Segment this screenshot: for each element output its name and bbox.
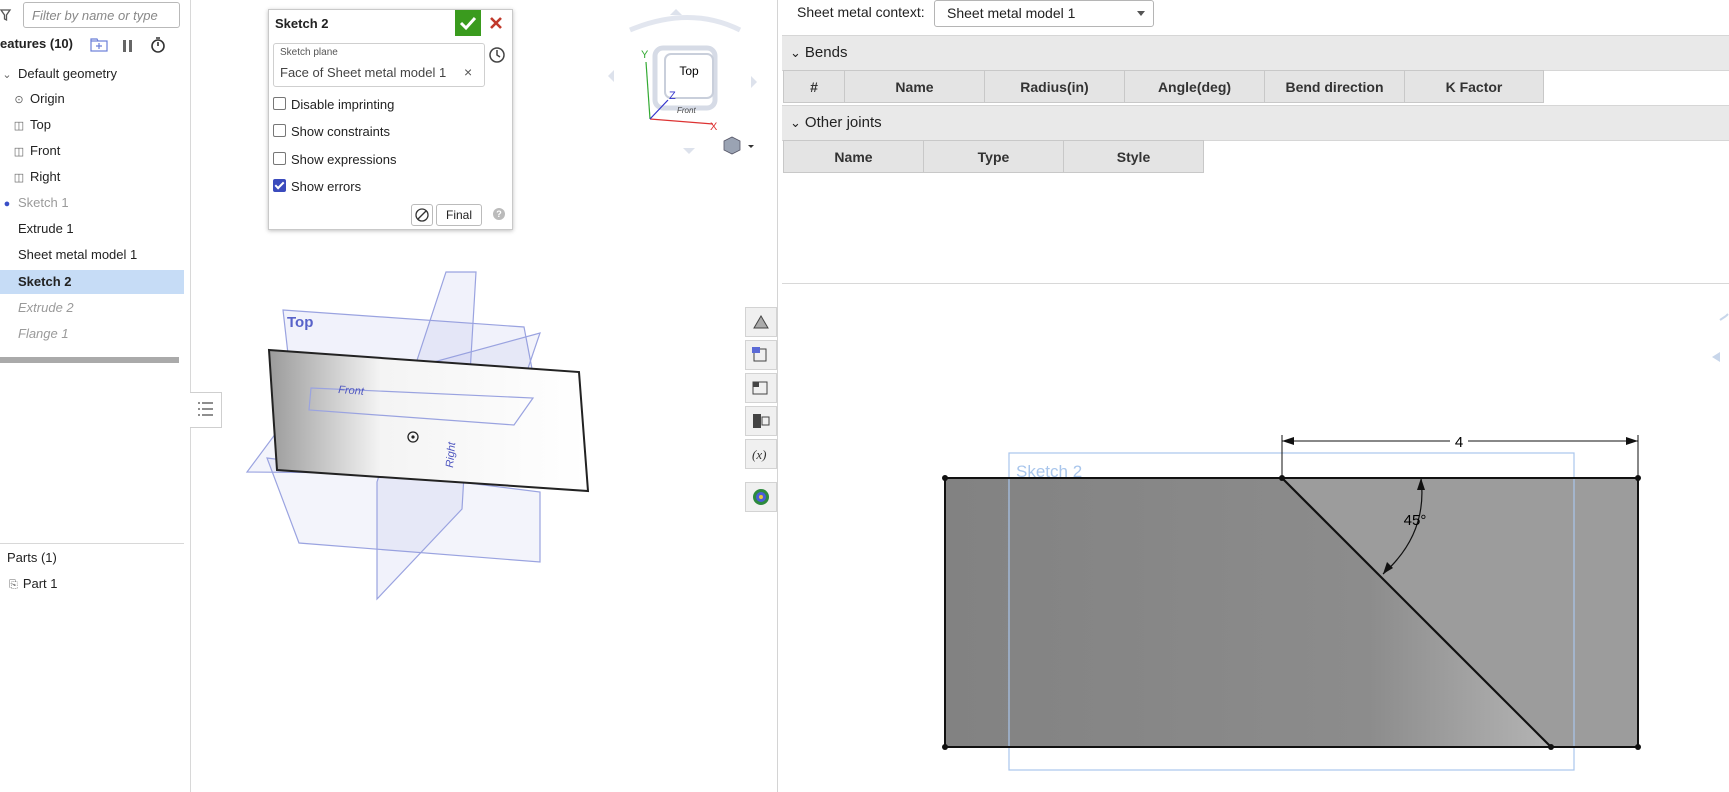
view-tool-1-button[interactable] (745, 307, 777, 337)
bends-col-name[interactable]: Name (844, 70, 985, 103)
configurations-icon (753, 414, 770, 428)
stopwatch-icon[interactable] (150, 37, 166, 53)
collapse-arrow-icon[interactable] (1712, 352, 1720, 362)
feature-sketch-1[interactable]: ● Sketch 1 (0, 191, 184, 215)
axis-z-label: Z (669, 90, 676, 102)
features-header[interactable]: eatures (10) (0, 36, 73, 51)
tree-scrollbar[interactable] (0, 357, 179, 363)
sheet-metal-context-label: Sheet metal context: (797, 4, 925, 20)
bends-col-direction[interactable]: Bend direction (1264, 70, 1405, 103)
chevron-down-icon: ⌄ (790, 115, 801, 130)
sketch-dialog: Sketch 2 Sketch plane Face of Sheet meta… (268, 9, 513, 230)
right-plane-label: Right (444, 441, 458, 469)
clear-selection-icon[interactable]: × (464, 64, 472, 80)
sketch-error-icon: ● (3, 198, 11, 210)
view-tool-4-button[interactable] (745, 406, 777, 436)
flat-pattern-view[interactable]: Sketch 2 4 45° (778, 284, 1729, 792)
view-arrow-icon (1719, 313, 1729, 321)
plane-icon: ◫ (13, 120, 25, 132)
view-orientation-dropdown[interactable] (723, 136, 754, 155)
view-tool-2-button[interactable] (745, 340, 777, 370)
disable-imprinting-checkbox[interactable]: Disable imprinting (273, 95, 394, 115)
chevron-down-icon: ⌄ (790, 45, 801, 60)
bends-col-radius[interactable]: Radius(in) (984, 70, 1125, 103)
show-constraints-checkbox[interactable]: Show constraints (273, 122, 390, 142)
sketch-plane-field[interactable]: Sketch plane Face of Sheet metal model 1… (273, 43, 485, 87)
divider (0, 543, 184, 544)
check-icon (459, 16, 477, 31)
pause-icon[interactable] (122, 39, 134, 53)
bends-col-angle[interactable]: Angle(deg) (1124, 70, 1265, 103)
sheet-metal-context-select[interactable]: Sheet metal model 1 (934, 0, 1154, 27)
feature-top-plane[interactable]: ◫ Top (12, 113, 196, 137)
bends-col-index[interactable]: # (783, 70, 845, 103)
cancel-button[interactable] (483, 10, 509, 36)
sketch-plane-label: Sketch plane (280, 47, 338, 58)
dialog-title: Sketch 2 (275, 16, 329, 31)
feature-origin[interactable]: ⊙ Origin (12, 87, 196, 111)
feature-default-geometry[interactable]: ⌄ Default geometry (0, 62, 184, 86)
dimension-4[interactable]: 4 (1281, 432, 1639, 478)
joints-col-type[interactable]: Type (923, 140, 1064, 173)
final-button[interactable]: Final (436, 204, 482, 226)
variables-icon: (x) (752, 447, 766, 462)
sketch-tools-button[interactable] (411, 204, 433, 226)
bends-section-header[interactable]: ⌄ Bends (782, 35, 1729, 71)
add-folder-icon[interactable] (90, 38, 108, 52)
view-cube-top-label[interactable]: Top (679, 64, 699, 78)
show-errors-checkbox[interactable]: Show errors (273, 177, 361, 197)
feature-tree-panel: eatures (10) ⌄Default geometry ⊙Origin ◫… (0, 0, 191, 792)
show-expressions-checkbox[interactable]: Show expressions (273, 150, 397, 170)
svg-text:45°: 45° (1404, 512, 1427, 529)
feature-right-plane[interactable]: ◫ Right (12, 165, 196, 189)
accept-button[interactable] (455, 10, 481, 36)
feature-sheet-metal-model-1[interactable]: Sheet metal model 1 (0, 243, 184, 267)
appearance-icon (753, 315, 769, 329)
help-icon[interactable]: ? (493, 208, 505, 220)
plane-icon: ◫ (13, 146, 25, 158)
axis-y-label: Y (641, 49, 649, 61)
svg-text:4: 4 (1455, 434, 1463, 451)
filter-icon[interactable] (0, 8, 12, 22)
view-cube[interactable]: Top Front Y Z X (608, 9, 757, 154)
section-view-icon (752, 347, 767, 362)
chevron-down-icon: ⌄ (2, 69, 12, 81)
part-item[interactable]: ⎘ Part 1 (9, 576, 58, 592)
svg-text:(x): (x) (752, 447, 766, 462)
history-icon[interactable] (487, 45, 507, 65)
filter-input[interactable] (23, 2, 180, 28)
part-icon: ⎘ (9, 579, 18, 591)
plane-icon: ◫ (13, 172, 25, 184)
sheet-metal-plate[interactable] (267, 348, 590, 493)
bends-col-k-factor[interactable]: K Factor (1404, 70, 1544, 103)
view-tool-5-button[interactable]: (x) (745, 439, 777, 469)
front-plane-label: Front (338, 384, 365, 398)
top-plane-label: Top (287, 314, 313, 331)
joints-col-name[interactable]: Name (783, 140, 924, 173)
feature-flange-1[interactable]: Flange 1 (0, 322, 184, 346)
dropdown-arrow-icon (1137, 11, 1145, 16)
display-states-icon (752, 381, 768, 395)
view-tool-6-button[interactable] (745, 482, 777, 512)
view-tool-3-button[interactable] (745, 373, 777, 403)
sketch-plane-value: Face of Sheet metal model 1 (280, 65, 447, 80)
axis-x-label: X (710, 121, 718, 133)
feature-sketch-2[interactable]: Sketch 2 (0, 270, 184, 294)
other-joints-section-header[interactable]: ⌄ Other joints (782, 105, 1729, 141)
render-icon (753, 489, 769, 505)
close-icon (490, 17, 502, 29)
origin-icon: ⊙ (14, 94, 24, 106)
feature-extrude-1[interactable]: Extrude 1 (0, 217, 184, 241)
sketch-pencil-icon (415, 208, 429, 222)
feature-front-plane[interactable]: ◫ Front (12, 139, 196, 163)
feature-extrude-2[interactable]: Extrude 2 (0, 296, 184, 320)
joints-col-style[interactable]: Style (1063, 140, 1204, 173)
view-cube-front-label: Front (677, 106, 696, 115)
parts-header[interactable]: Parts (1) (7, 550, 57, 565)
